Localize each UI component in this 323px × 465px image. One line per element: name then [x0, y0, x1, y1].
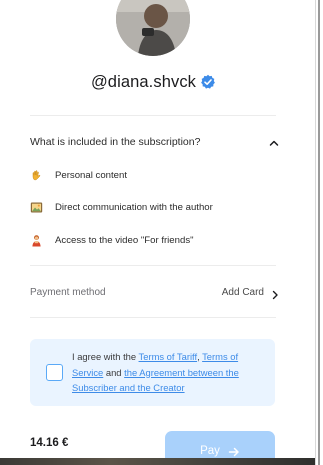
feature-item: Direct communication with the author — [30, 198, 213, 216]
payment-method-row[interactable]: Payment method Add Card — [30, 282, 280, 302]
verified-badge-icon — [200, 74, 216, 90]
chevron-up-icon[interactable] — [268, 136, 280, 148]
divider — [30, 317, 276, 318]
agreement-box: I agree with the Terms of Tariff, Terms … — [30, 339, 275, 406]
subscription-title: What is included in the subscription? — [30, 136, 201, 148]
agreement-and: and — [105, 366, 122, 378]
divider — [30, 115, 276, 116]
arrow-right-icon — [228, 445, 240, 457]
avatar[interactable] — [116, 0, 190, 56]
agreement-text: I agree with the Terms of Tariff, Terms … — [72, 349, 264, 396]
feature-label: Personal content — [55, 169, 127, 181]
feature-label: Access to the video "For friends" — [55, 234, 194, 246]
username: @diana.shvck — [90, 72, 197, 91]
feature-item: Access to the video "For friends" — [30, 231, 194, 249]
subscription-accordion-header[interactable]: What is included in the subscription? — [30, 132, 280, 152]
background-strip — [0, 458, 315, 465]
agree-checkbox[interactable] — [46, 364, 63, 381]
terms-of-tariff-link[interactable]: Terms of Tariff — [139, 351, 198, 362]
avatar-photo — [116, 0, 190, 56]
window-edge — [315, 0, 323, 465]
pay-label: Pay — [200, 445, 220, 457]
feature-label: Direct communication with the author — [55, 201, 213, 213]
add-card-label: Add Card — [221, 286, 264, 298]
picture-frame-icon — [30, 201, 43, 214]
divider — [30, 265, 276, 266]
agreement-comma: , — [197, 351, 200, 362]
chevron-right-icon — [270, 287, 280, 300]
agreement-prefix: I agree with the — [72, 351, 137, 362]
profile-header: @diana.shvck — [0, 70, 307, 94]
total-price: 14.16 € — [30, 437, 69, 449]
feature-item: Personal content — [30, 166, 127, 184]
add-card-button[interactable]: Add Card — [221, 286, 280, 300]
person-emoji-icon — [30, 234, 43, 247]
hand-wave-icon — [30, 169, 43, 182]
payment-method-label: Payment method — [30, 286, 106, 298]
